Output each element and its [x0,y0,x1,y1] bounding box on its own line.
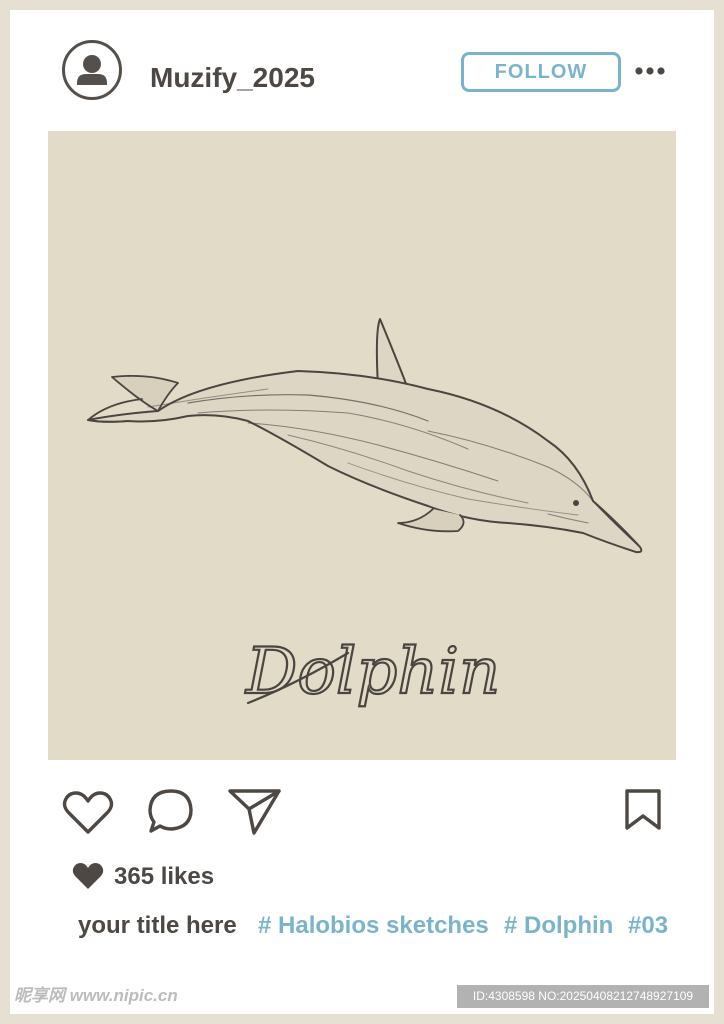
more-horizontal-icon[interactable] [634,58,666,84]
avatar[interactable] [62,40,122,100]
heart-outline-icon[interactable] [62,790,114,836]
watermark-id: ID:4308598 NO:20250408212748927109 [457,985,709,1008]
hashtag-03[interactable]: #03 [628,910,668,942]
comment-bubble-icon[interactable] [147,787,195,835]
user-avatar-icon [77,55,107,85]
hashtag-halobios-sketches[interactable]: # Halobios sketches [258,910,489,942]
username[interactable]: Muzify_2025 [150,58,315,98]
script-title: Dolphin [245,635,500,709]
follow-button[interactable]: FOLLOW [461,52,621,92]
post-image[interactable]: Dolphin [48,131,676,760]
script-title-art: Dolphin [244,634,501,710]
post-card: Muzify_2025 FOLLOW Dolphin 365 likes you… [10,10,714,1014]
send-paper-plane-icon[interactable] [228,787,282,837]
likes-count[interactable]: 365 likes [114,861,214,893]
bookmark-icon[interactable] [624,788,662,832]
watermark-site: 昵享网 www.nipic.cn [14,986,178,1005]
caption-title: your title here [78,912,237,939]
heart-filled-icon [72,863,104,889]
hashtag-dolphin[interactable]: # Dolphin [504,910,613,942]
